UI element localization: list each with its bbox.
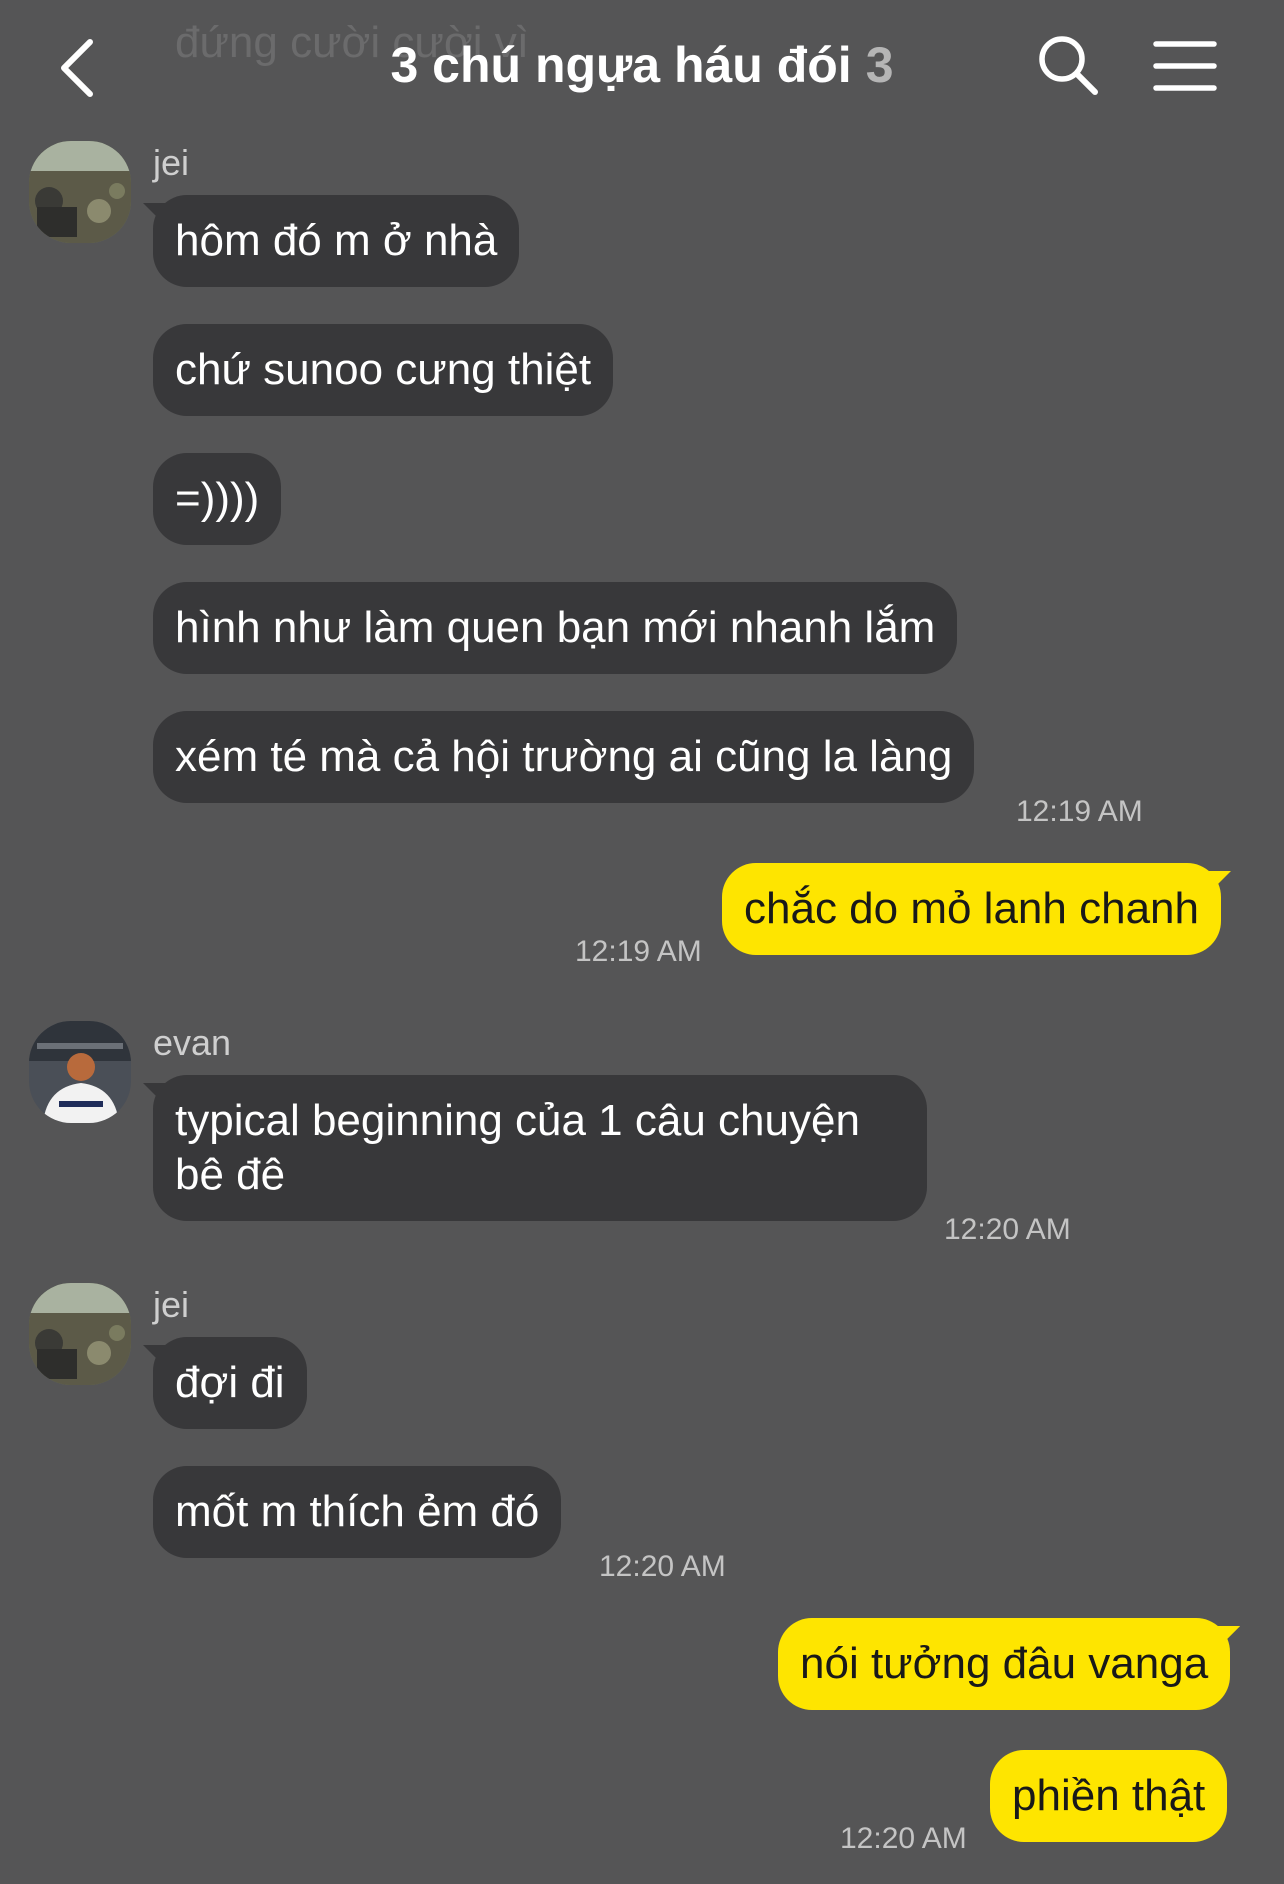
avatar-evan[interactable] xyxy=(29,1021,131,1123)
message-bubble[interactable]: mốt m thích ẻm đó xyxy=(153,1466,562,1558)
message-bubble[interactable]: =)))) xyxy=(153,453,282,545)
menu-icon xyxy=(1153,41,1217,91)
message-bubble[interactable]: xém té mà cả hội trường ai cũng la làng xyxy=(153,711,975,803)
message-time: 12:20 AM xyxy=(840,1822,967,1855)
my-message-bubble[interactable]: nói tưởng đâu vanga xyxy=(778,1618,1231,1710)
search-button[interactable] xyxy=(1035,32,1101,98)
my-message-bubble[interactable]: phiền thật xyxy=(990,1750,1228,1842)
message-bubble[interactable]: chứ sunoo cưng thiệt xyxy=(153,324,614,416)
sender-name: jei xyxy=(153,142,190,183)
message-time: 12:19 AM xyxy=(1016,795,1143,828)
message-bubble[interactable]: hình như làm quen bạn mới nhanh lắm xyxy=(153,582,958,674)
chat-header: đứng cười cười vì 3 chú ngựa háu đói 3 xyxy=(0,0,1284,140)
avatar-jei-image xyxy=(29,1283,131,1385)
sender-name: evan xyxy=(153,1022,232,1063)
message-bubble[interactable]: typical beginning của 1 câu chuyện bê đê xyxy=(153,1075,927,1221)
member-count: 3 xyxy=(865,37,894,93)
message-time: 12:20 AM xyxy=(944,1213,1071,1246)
menu-button[interactable] xyxy=(1150,36,1220,96)
avatar-jei[interactable] xyxy=(29,1283,131,1385)
message-bubble[interactable]: đợi đi xyxy=(153,1337,307,1429)
message-time: 12:19 AM xyxy=(575,935,702,968)
avatar-evan-image xyxy=(29,1021,131,1123)
message-time: 12:20 AM xyxy=(599,1550,726,1583)
message-bubble[interactable]: hôm đó m ở nhà xyxy=(153,195,520,287)
avatar-jei-image xyxy=(29,141,131,243)
chat-title-text: 3 chú ngựa háu đói xyxy=(390,37,852,93)
search-icon xyxy=(1039,36,1098,95)
sender-name: jei xyxy=(153,1284,190,1325)
avatar-jei[interactable] xyxy=(29,141,131,243)
my-message-bubble[interactable]: chắc do mỏ lanh chanh xyxy=(722,863,1221,955)
